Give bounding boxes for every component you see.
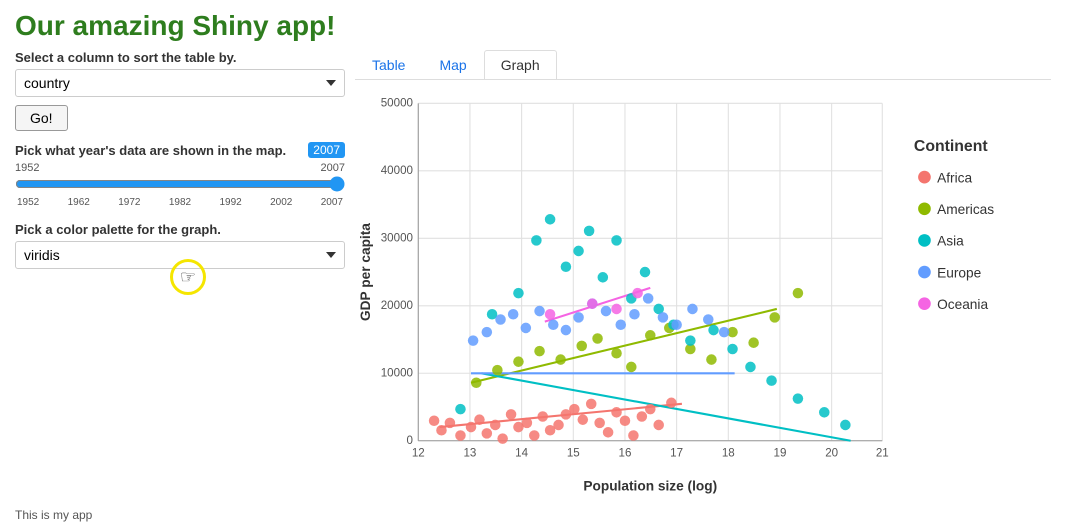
svg-text:16: 16 <box>619 447 632 460</box>
svg-text:12: 12 <box>412 447 425 460</box>
legend-africa: Africa <box>937 170 972 185</box>
chart: 0 10000 20000 30000 40000 50000 12 13 14… <box>355 86 1051 500</box>
svg-text:40000: 40000 <box>381 164 413 177</box>
svg-text:10000: 10000 <box>381 366 413 379</box>
tab-table[interactable]: Table <box>355 50 422 79</box>
year-slider[interactable] <box>15 176 345 192</box>
legend-title: Continent <box>914 138 988 155</box>
svg-text:15: 15 <box>567 447 580 460</box>
svg-text:18: 18 <box>722 447 735 460</box>
svg-text:17: 17 <box>670 447 683 460</box>
palette-select[interactable]: viridis magma plasma inferno cividis <box>15 241 345 269</box>
svg-text:30000: 30000 <box>381 231 413 244</box>
sort-label: Select a column to sort the table by. <box>15 50 345 65</box>
go-button[interactable]: Go! <box>15 105 68 131</box>
year-badge: 2007 <box>308 142 345 158</box>
svg-text:0: 0 <box>407 434 413 447</box>
palette-label: Pick a color palette for the graph. <box>15 222 345 237</box>
svg-text:14: 14 <box>515 447 528 460</box>
svg-text:21: 21 <box>876 447 889 460</box>
cursor-icon: ☞ <box>180 267 196 288</box>
year-min: 1952 <box>15 162 39 174</box>
tabs: Table Map Graph <box>355 50 1051 80</box>
x-axis-label: Population size (log) <box>583 478 717 493</box>
legend-asia: Asia <box>937 234 964 249</box>
svg-text:13: 13 <box>463 447 476 460</box>
tab-map[interactable]: Map <box>422 50 483 79</box>
graph-area: 0 10000 20000 30000 40000 50000 12 13 14… <box>355 86 1051 500</box>
footer-text: This is my app <box>15 508 92 522</box>
legend-europe: Europe <box>937 265 981 280</box>
svg-text:20: 20 <box>825 447 838 460</box>
svg-text:20000: 20000 <box>381 299 413 312</box>
tab-graph[interactable]: Graph <box>484 50 557 79</box>
app-title: Our amazing Shiny app! <box>15 10 1051 42</box>
y-axis-label: GDP per capita <box>358 223 373 321</box>
year-label: Pick what year's data are shown in the m… <box>15 143 345 158</box>
year-max: 2007 <box>321 162 345 174</box>
svg-text:50000: 50000 <box>381 96 413 109</box>
svg-text:19: 19 <box>774 447 787 460</box>
legend-oceania: Oceania <box>937 297 988 312</box>
legend-americas: Americas <box>937 202 994 217</box>
sort-select[interactable]: country year pop continent lifeExp gdpPe… <box>15 69 345 97</box>
